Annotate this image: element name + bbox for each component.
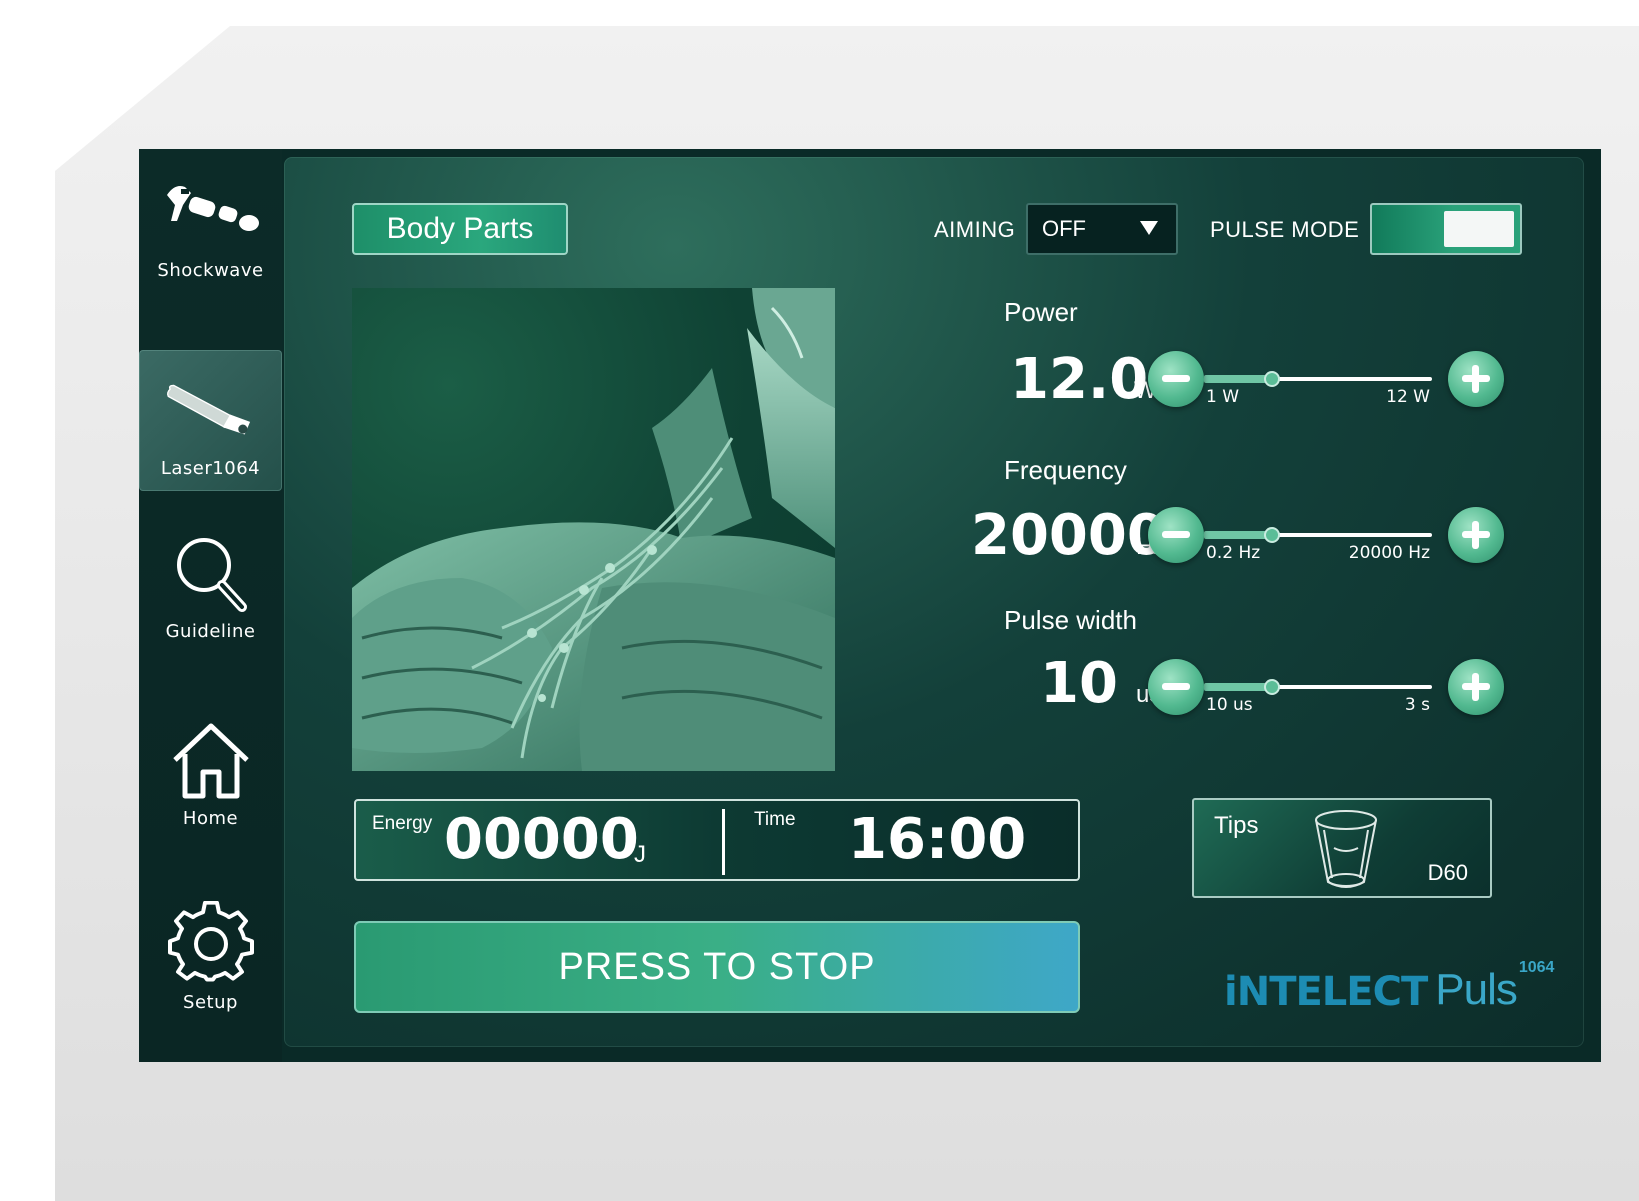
minus-icon	[1162, 531, 1190, 538]
device-screen: Shockwave Laser1064 Guideline Home Setup…	[139, 149, 1601, 1062]
energy-time-readout: Energy 00000 J Time 16:00	[354, 799, 1080, 881]
time-label: Time	[754, 809, 796, 830]
sidebar-item-label: Shockwave	[157, 260, 264, 281]
slider-fill	[1204, 683, 1270, 691]
sidebar-item-setup[interactable]: Setup	[139, 841, 282, 1025]
slider-fill	[1204, 531, 1270, 539]
frequency-label: Frequency	[1004, 455, 1127, 485]
laser-handpiece-icon	[161, 366, 261, 454]
pulse-width-decrease-button[interactable]	[1148, 659, 1204, 715]
minus-icon	[1162, 375, 1190, 382]
slider-thumb[interactable]	[1264, 679, 1280, 695]
slider-fill	[1204, 375, 1270, 383]
tips-panel[interactable]: Tips D60	[1192, 798, 1492, 898]
pulse-width-label: Pulse width	[1004, 605, 1137, 635]
pulse-mode-toggle[interactable]	[1370, 203, 1522, 255]
pulse-width-value: 10	[1040, 651, 1118, 716]
gear-icon	[161, 900, 261, 988]
toggle-knob	[1444, 211, 1514, 247]
aiming-value: OFF	[1042, 216, 1086, 241]
slider-min-label: 1 W	[1206, 387, 1240, 407]
slider-min-label: 10 us	[1206, 695, 1253, 715]
power-label: Power	[1004, 297, 1078, 327]
slider-min-label: 0.2 Hz	[1206, 543, 1261, 563]
pulse-mode-label: PULSE MODE	[1210, 217, 1360, 242]
time-value: 16:00	[848, 807, 1027, 872]
search-icon	[161, 529, 261, 617]
aiming-label: AIMING	[934, 217, 1016, 242]
main-panel: Body Parts AIMING OFF PULSE MODE Power 1…	[284, 157, 1584, 1047]
tip-model: D60	[1427, 860, 1468, 885]
frequency-slider[interactable]: 0.2 Hz 20000 Hz	[1148, 505, 1504, 565]
sidebar-item-laser1064[interactable]: Laser1064	[139, 350, 282, 491]
body-parts-button[interactable]: Body Parts	[352, 203, 568, 255]
aiming-select[interactable]: OFF	[1026, 203, 1178, 255]
slider-max-label: 20000 Hz	[1348, 543, 1430, 563]
slider-max-label: 12 W	[1386, 387, 1430, 407]
slider-thumb[interactable]	[1264, 527, 1280, 543]
brand-logo: iNTELECT Puls 1064	[1224, 959, 1555, 1015]
power-increase-button[interactable]	[1448, 351, 1504, 407]
chevron-down-icon	[1140, 221, 1158, 235]
anatomy-image	[352, 288, 835, 771]
readout-divider	[722, 809, 725, 875]
frequency-decrease-button[interactable]	[1148, 507, 1204, 563]
press-to-stop-button[interactable]: PRESS TO STOP	[354, 921, 1080, 1013]
sidebar: Shockwave Laser1064 Guideline Home Setup	[139, 149, 282, 1062]
minus-icon	[1162, 683, 1190, 690]
power-value: 12.0	[1010, 347, 1149, 412]
sidebar-item-home[interactable]: Home	[139, 659, 282, 841]
sidebar-item-label: Setup	[183, 992, 238, 1013]
sidebar-item-label: Laser1064	[160, 458, 261, 479]
tip-cup-icon	[1312, 808, 1380, 892]
tips-label: Tips	[1214, 812, 1259, 839]
slider-thumb[interactable]	[1264, 371, 1280, 387]
sidebar-item-label: Home	[182, 808, 239, 829]
pulse-width-slider[interactable]: 10 us 3 s	[1148, 657, 1504, 717]
home-icon	[161, 716, 261, 804]
sidebar-item-guideline[interactable]: Guideline	[139, 491, 282, 654]
energy-label: Energy	[372, 813, 433, 834]
sidebar-item-label: Guideline	[165, 621, 256, 642]
frequency-increase-button[interactable]	[1448, 507, 1504, 563]
power-decrease-button[interactable]	[1148, 351, 1204, 407]
energy-unit: J	[634, 841, 646, 868]
sidebar-item-shockwave[interactable]: Shockwave	[139, 149, 282, 293]
power-slider[interactable]: 1 W 12 W	[1148, 349, 1504, 409]
energy-value: 00000	[444, 807, 639, 872]
shockwave-handpiece-icon	[161, 168, 261, 256]
pulse-width-increase-button[interactable]	[1448, 659, 1504, 715]
slider-max-label: 3 s	[1404, 695, 1430, 715]
